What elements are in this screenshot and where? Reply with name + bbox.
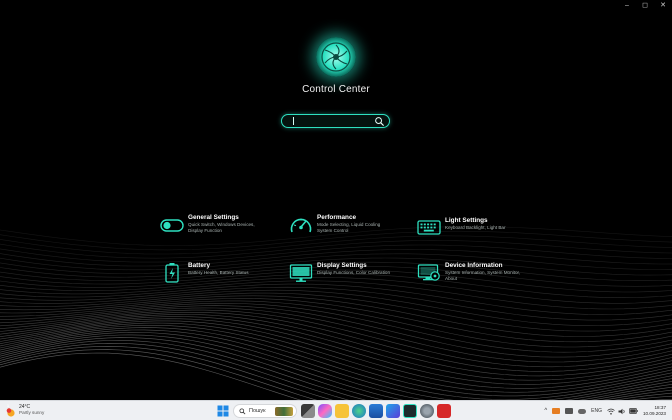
tile-description: Keyboard Backlight, Light Bar	[445, 225, 506, 230]
search-icon	[239, 407, 246, 414]
tray-app-icon[interactable]	[552, 408, 561, 414]
system-tray: ^ ENG 18:37 10.09.2023	[544, 403, 668, 419]
tile-battery[interactable]: Battery Battery Health, Battery Status	[160, 262, 266, 284]
file-explorer-icon[interactable]	[335, 404, 349, 418]
tile-general-settings[interactable]: General Settings Quick Switch, Windows D…	[160, 214, 266, 236]
tile-title: Performance	[317, 214, 357, 221]
taskbar-search-label: Пошук	[249, 408, 266, 414]
volume-icon[interactable]	[618, 408, 626, 415]
close-button[interactable]: ✕	[654, 0, 672, 12]
weather-widget[interactable]: 1 24°C Partly sunny	[6, 404, 45, 417]
search-icon[interactable]	[374, 116, 385, 127]
tile-title: Device Information	[445, 262, 503, 269]
system-clock[interactable]: 18:37 10.09.2023	[643, 405, 666, 417]
task-view-icon[interactable]	[301, 404, 315, 418]
window-controls: – ◻ ✕	[618, 0, 672, 12]
speedometer-icon	[290, 218, 312, 233]
device-info-icon	[417, 264, 440, 281]
search-input[interactable]	[292, 116, 376, 126]
tile-description: Quick Switch, Windows Devices, Display F…	[188, 222, 255, 233]
control-center-taskbar-icon[interactable]	[403, 404, 417, 418]
taskbar-search[interactable]: Пошук	[233, 404, 297, 418]
wifi-icon[interactable]	[607, 408, 615, 415]
weather-badge: 1	[7, 404, 9, 408]
tray-device-icon[interactable]	[565, 408, 574, 414]
tile-description: Mode Selecting, Liquid Cooling System Co…	[317, 222, 381, 233]
tile-description: Battery Health, Battery Status	[188, 270, 249, 275]
language-indicator[interactable]: ENG	[591, 408, 602, 414]
tile-description: System Information, System Monitor, Abou…	[445, 270, 521, 281]
taskbar-apps: Пошук	[216, 404, 454, 418]
tile-description: Display Functions, Color Calibration	[317, 270, 391, 275]
settings-gear-icon[interactable]	[420, 404, 434, 418]
edge-browser-icon[interactable]	[352, 404, 366, 418]
tile-display-settings[interactable]: Display Settings Display Functions, Colo…	[289, 262, 395, 284]
onedrive-icon[interactable]	[578, 408, 587, 414]
store-icon[interactable]	[369, 404, 383, 418]
search-highlight-image	[275, 407, 293, 416]
start-button[interactable]	[216, 404, 230, 418]
monitor-icon	[289, 264, 313, 282]
toggle-switch-icon	[160, 219, 184, 232]
tile-device-information[interactable]: Device Information System Information, S…	[417, 262, 523, 284]
search-box[interactable]	[281, 114, 390, 128]
app-logo-icon	[316, 37, 356, 77]
photos-icon[interactable]	[386, 404, 400, 418]
partly-sunny-icon: 1	[6, 404, 16, 417]
battery-status-icon[interactable]	[629, 408, 638, 414]
control-center-window: – ◻ ✕ Control Center General Settings Qu…	[0, 0, 672, 400]
tile-title: General Settings	[188, 214, 239, 221]
chevron-up-icon[interactable]: ^	[544, 408, 547, 414]
clock-date: 10.09.2023	[643, 411, 666, 416]
tile-title: Light Settings	[445, 217, 488, 224]
tile-title: Battery	[188, 262, 211, 269]
battery-icon	[165, 263, 179, 283]
copilot-icon[interactable]	[318, 404, 332, 418]
app-red-icon[interactable]	[437, 404, 451, 418]
keyboard-icon	[417, 220, 441, 235]
weather-condition: Partly sunny	[19, 410, 45, 415]
minimize-button[interactable]: –	[618, 0, 636, 12]
tile-performance[interactable]: Performance Mode Selecting, Liquid Cooli…	[289, 214, 395, 236]
tile-title: Display Settings	[317, 262, 367, 269]
maximize-button[interactable]: ◻	[636, 0, 654, 12]
app-title: Control Center	[302, 84, 370, 95]
tile-light-settings[interactable]: Light Settings Keyboard Backlight, Light…	[417, 217, 523, 239]
taskbar: 1 24°C Partly sunny Пошук ^ ENG 18:37 10…	[0, 400, 672, 420]
